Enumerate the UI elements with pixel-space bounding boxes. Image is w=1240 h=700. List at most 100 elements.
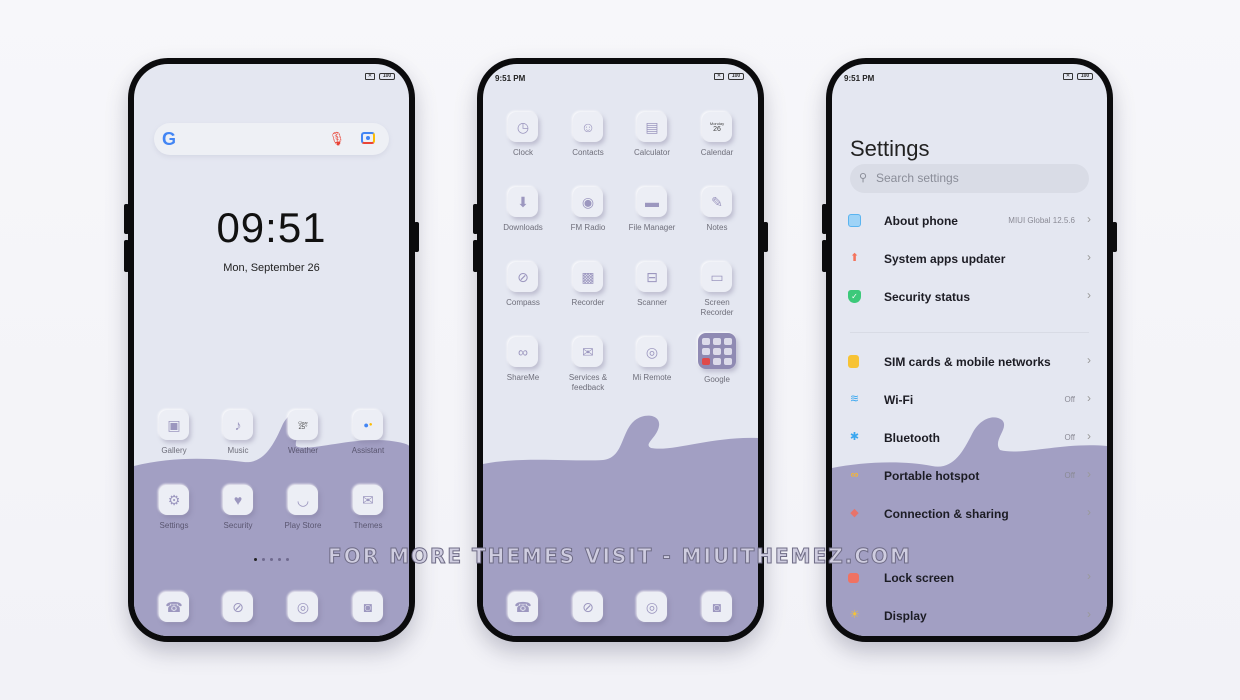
app-label: Gallery — [161, 446, 187, 455]
hotspot-icon: ∞ — [850, 469, 859, 481]
arrow-up-icon: ⬆ — [849, 252, 860, 264]
home-screen: ✕ 100 G 🎙 09:51 Mon, September 26 ▣ Gall… — [134, 64, 409, 636]
app-compass[interactable]: ⊘ Compass — [493, 262, 553, 308]
contacts-icon: ☺ — [573, 112, 603, 142]
app-label: Recorder — [571, 298, 605, 307]
app-services-feedback[interactable]: ✉ Services & feedback — [558, 337, 618, 393]
music-icon: ♪ — [223, 410, 253, 440]
wifi-icon: ≋ — [849, 393, 860, 405]
settings-item-portable-hotspot[interactable]: ∞ Portable hotspot Off › — [848, 465, 1093, 487]
app-mi-remote[interactable]: ◎ Mi Remote — [622, 337, 682, 383]
app-clock[interactable]: ◷ Clock — [493, 112, 553, 158]
app-play-store[interactable]: ◡ Play Store — [273, 485, 333, 531]
settings-item-lock-screen[interactable]: Lock screen › — [848, 567, 1093, 589]
search-settings-input[interactable]: ⚲ Search settings — [850, 164, 1089, 193]
app-label: Clock — [512, 148, 533, 157]
power-button — [763, 222, 768, 252]
calculator-icon: ▤ — [637, 112, 667, 142]
settings-item-wifi[interactable]: ≋ Wi-Fi Off › — [848, 389, 1093, 411]
settings-item-label: Connection & sharing — [884, 507, 1009, 521]
app-label: Play Store — [284, 521, 322, 530]
google-folder-icon — [698, 333, 736, 369]
app-themes[interactable]: ✉ Themes — [338, 485, 398, 531]
app-shareme[interactable]: ∞ ShareMe — [493, 337, 553, 383]
page-indicator[interactable] — [134, 558, 409, 561]
dock-phone[interactable]: ☎ — [144, 592, 204, 622]
chevron-right-icon: › — [1087, 212, 1091, 226]
google-search-bar[interactable]: G 🎙 — [154, 123, 389, 155]
settings-item-label: Display — [884, 609, 927, 623]
battery-icon: 100 — [1077, 73, 1093, 80]
page-dot[interactable] — [286, 558, 289, 561]
themes-icon: ✉ — [353, 485, 383, 515]
security-icon: ♥ — [223, 485, 253, 515]
gallery-icon: ▣ — [159, 410, 189, 440]
app-calculator[interactable]: ▤ Calculator — [622, 112, 682, 158]
app-settings[interactable]: ⚙ Settings — [144, 485, 204, 531]
app-file-manager[interactable]: ▬ File Manager — [622, 187, 682, 233]
folder-google[interactable]: Google — [687, 333, 747, 385]
shareme-icon: ∞ — [508, 337, 538, 367]
app-gallery[interactable]: ▣ Gallery — [144, 410, 204, 456]
app-weather[interactable]: Clear 25° Weather — [273, 410, 333, 456]
app-calendar[interactable]: Monday 26 Calendar — [687, 112, 747, 158]
app-recorder[interactable]: ▩ Recorder — [558, 262, 618, 308]
app-label: Notes — [706, 223, 728, 232]
status-time: 9:51 PM — [495, 74, 526, 83]
settings-item-label: About phone — [884, 214, 958, 228]
app-assistant[interactable]: ● ● Assistant — [338, 410, 398, 456]
sim-x-icon: ✕ — [714, 73, 724, 80]
dock-phone[interactable]: ☎ — [493, 592, 553, 622]
page-dot[interactable] — [270, 558, 273, 561]
app-label: Settings — [159, 521, 189, 530]
chevron-right-icon: › — [1087, 467, 1091, 481]
settings-item-security-status[interactable]: ✓ Security status › — [848, 286, 1093, 308]
dock-camera[interactable]: ◙ — [687, 592, 747, 622]
clock-widget[interactable]: 09:51 — [134, 204, 409, 252]
app-label: Weather — [287, 446, 319, 455]
status-bar: ✕ 100 — [146, 73, 395, 85]
phone-settings: 9:51 PM ✕ 100 Settings ⚲ Search settings… — [822, 58, 1117, 642]
app-music[interactable]: ♪ Music — [208, 410, 268, 456]
lens-icon[interactable] — [361, 132, 375, 144]
settings-item-connection-sharing[interactable]: ◆ Connection & sharing › — [848, 503, 1093, 525]
settings-item-value: Off — [1064, 471, 1075, 480]
app-screen-recorder[interactable]: ▭ Screen Recorder — [687, 262, 747, 318]
settings-item-value: Off — [1064, 395, 1075, 404]
app-security[interactable]: ♥ Security — [208, 485, 268, 531]
app-label: Assistant — [351, 446, 385, 455]
settings-item-label: Bluetooth — [884, 431, 940, 445]
scanner-icon: ⊟ — [637, 262, 667, 292]
settings-item-bluetooth[interactable]: ✱ Bluetooth Off › — [848, 427, 1093, 449]
settings-item-system-apps-updater[interactable]: ⬆ System apps updater › — [848, 248, 1093, 270]
page-dot[interactable] — [262, 558, 265, 561]
dock-messages[interactable]: ⊘ — [558, 592, 618, 622]
page-dot[interactable] — [278, 558, 281, 561]
dock-chrome[interactable]: ◎ — [273, 592, 333, 622]
mic-icon[interactable]: 🎙 — [328, 131, 345, 147]
settings-item-display[interactable]: ☀ Display › — [848, 605, 1093, 627]
app-notes[interactable]: ✎ Notes — [687, 187, 747, 233]
app-label: Scanner — [637, 298, 667, 307]
dock-messages[interactable]: ⊘ — [208, 592, 268, 622]
settings-item-sim-cards[interactable]: SIM cards & mobile networks › — [848, 351, 1093, 373]
sun-icon: ☀ — [849, 609, 860, 621]
dock-chrome[interactable]: ◎ — [622, 592, 682, 622]
search-placeholder: Search settings — [876, 171, 959, 185]
chevron-right-icon: › — [1087, 250, 1091, 264]
assistant-icon: ● ● — [353, 410, 383, 440]
page-title: Settings — [850, 136, 930, 161]
settings-item-about-phone[interactable]: About phone MIUI Global 12.5.6 › — [848, 210, 1093, 232]
messages-icon: ⊘ — [223, 592, 253, 622]
phone-icon: ☎ — [159, 592, 189, 622]
app-label: File Manager — [628, 223, 676, 232]
app-label: Services & feedback — [568, 373, 608, 392]
app-contacts[interactable]: ☺ Contacts — [558, 112, 618, 158]
dock-camera[interactable]: ◙ — [338, 592, 398, 622]
page-dot-active[interactable] — [254, 558, 257, 561]
google-logo-icon: G — [162, 129, 177, 149]
app-fm-radio[interactable]: ◉ FM Radio — [558, 187, 618, 233]
app-label: FM Radio — [570, 223, 606, 232]
app-scanner[interactable]: ⊟ Scanner — [622, 262, 682, 308]
app-downloads[interactable]: ⬇ Downloads — [493, 187, 553, 233]
